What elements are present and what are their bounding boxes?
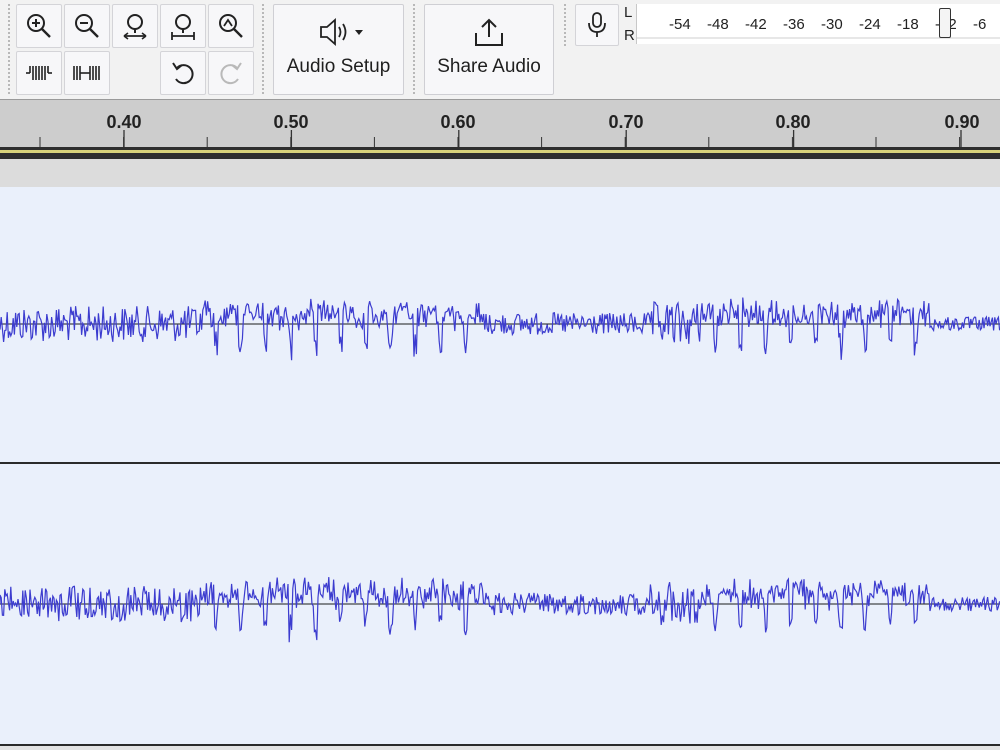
audio-setup-label: Audio Setup (286, 56, 391, 77)
zoom-toggle-icon (219, 14, 243, 38)
ruler-ticks (39, 130, 962, 148)
toolbar-grip[interactable] (410, 4, 417, 94)
share-audio-label: Share Audio (437, 56, 541, 77)
ruler-track-separator (0, 147, 1000, 159)
channel-divider (0, 462, 1000, 464)
meter-tick: -42 (745, 16, 767, 33)
zoom-out-icon (75, 14, 99, 38)
fit-project-button[interactable] (160, 4, 206, 48)
trim-audio-icon (26, 66, 52, 80)
ruler-label: 0.40 (106, 112, 142, 132)
meter-tick: -6 (973, 16, 987, 33)
silence-audio-button[interactable] (64, 51, 110, 95)
meter-channel-right: R (624, 27, 635, 44)
trim-audio-button[interactable] (16, 51, 62, 95)
undo-button[interactable] (160, 51, 206, 95)
timeline-ruler[interactable]: 0.40 0.50 0.60 0.70 0.80 0.90 (0, 99, 1000, 148)
meter-tick: -24 (859, 16, 881, 33)
zoom-out-button[interactable] (64, 4, 110, 48)
fit-project-icon (171, 14, 195, 40)
waveform-right-channel[interactable] (0, 464, 1000, 744)
zoom-toggle-button[interactable] (208, 4, 254, 48)
meter-channel-left: L (624, 4, 633, 21)
ruler-label: 0.70 (608, 112, 644, 132)
redo-icon (220, 62, 242, 85)
toolbar-grip[interactable] (259, 4, 266, 94)
silence-audio-icon (73, 66, 100, 80)
track-bottom-border (0, 744, 1000, 750)
speaker-icon (319, 18, 363, 46)
fit-selection-icon (123, 14, 147, 40)
track-header-bar (0, 159, 1000, 187)
microphone-icon (588, 12, 606, 37)
ruler-label: 0.80 (775, 112, 811, 132)
audio-setup-button[interactable]: Audio Setup (273, 4, 404, 95)
share-audio-button[interactable]: Share Audio (424, 4, 554, 95)
meter-tick: -30 (821, 16, 843, 33)
share-icon (475, 18, 503, 46)
undo-icon (172, 62, 194, 85)
meter-level-slider-handle[interactable] (939, 8, 951, 38)
toolbar-grip[interactable] (561, 4, 568, 46)
waveform-left-channel[interactable] (0, 187, 1000, 462)
meter-tick: -48 (707, 16, 729, 33)
fit-selection-button[interactable] (112, 4, 158, 48)
ruler-label: 0.50 (273, 112, 309, 132)
audio-track[interactable] (0, 187, 1000, 744)
zoom-in-icon (27, 14, 51, 38)
ruler-label: 0.60 (440, 112, 476, 132)
meter-tick: -54 (669, 16, 691, 33)
record-meter-button[interactable] (575, 4, 619, 46)
toolbar: Audio Setup Share Audio L R -54 -48 -42 … (0, 0, 1000, 99)
ruler-label: 0.90 (944, 112, 980, 132)
zoom-in-button[interactable] (16, 4, 62, 48)
redo-button[interactable] (208, 51, 254, 95)
recording-level-meter[interactable]: -54 -48 -42 -36 -30 -24 -18 -12 -6 (636, 4, 1000, 44)
toolbar-grip[interactable] (5, 4, 12, 94)
meter-tick: -18 (897, 16, 919, 33)
meter-tick: -36 (783, 16, 805, 33)
